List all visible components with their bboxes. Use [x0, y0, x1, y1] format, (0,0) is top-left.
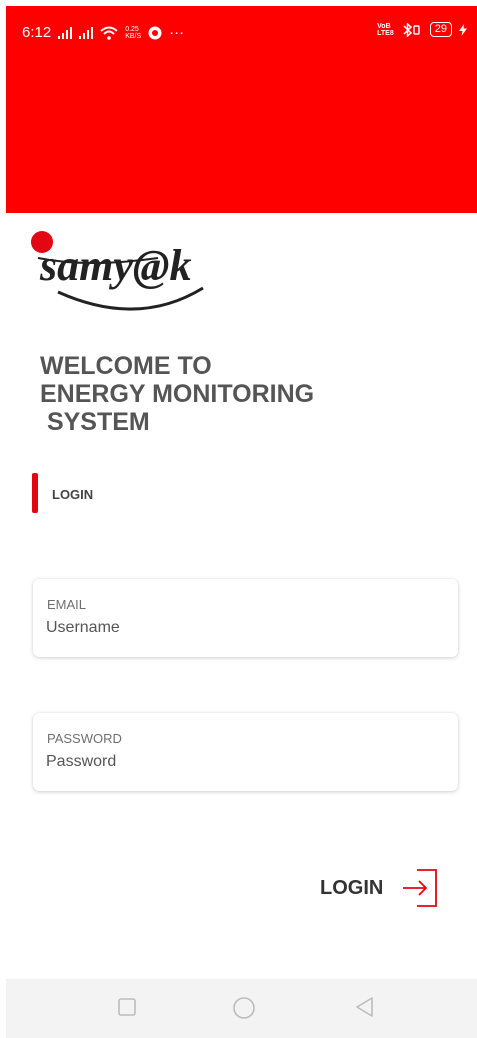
login-button[interactable]: LOGIN: [320, 868, 439, 908]
more-notifications-icon: ···: [169, 24, 185, 41]
battery-indicator: 29: [429, 22, 452, 37]
email-label: EMAIL: [47, 597, 87, 612]
logo-text: samy@k: [39, 241, 192, 290]
volte-indicator: VoB LTE8: [377, 22, 394, 37]
login-button-label: LOGIN: [320, 876, 384, 899]
back-triangle-icon[interactable]: [354, 996, 376, 1018]
status-bar: 6:12 0.25 KB/S ··· VoB LTE8 29: [6, 6, 477, 213]
status-left: 6:12 0.25 KB/S ···: [22, 24, 184, 41]
section-accent-bar: [32, 473, 38, 513]
welcome-line-2: ENERGY MONITORING: [40, 380, 315, 408]
signal-icon: [79, 26, 94, 39]
system-nav-bar: [6, 979, 477, 1038]
samyak-logo: samy@k: [31, 231, 204, 311]
status-time: 6:12: [22, 24, 52, 41]
wifi-icon: [100, 26, 118, 40]
square-icon[interactable]: [116, 996, 138, 1018]
password-label: PASSWORD: [47, 731, 122, 746]
status-right: VoB LTE8 29: [377, 22, 467, 37]
welcome-heading: WELCOME TO ENERGY MONITORING SYSTEM: [40, 352, 314, 436]
email-input[interactable]: [46, 619, 426, 637]
login-arrow-icon: [403, 869, 438, 907]
password-card: PASSWORD: [33, 713, 458, 791]
charging-icon: [459, 23, 467, 36]
email-card: EMAIL: [33, 579, 458, 657]
notification-app-icon: [148, 26, 162, 39]
bluetooth-vibrate-icon: [403, 22, 420, 37]
welcome-line-1: WELCOME TO: [40, 352, 212, 380]
password-input[interactable]: [46, 753, 426, 771]
welcome-line-3: SYSTEM: [40, 408, 150, 436]
signal-icon: [58, 26, 73, 39]
network-speed: 0.25 KB/S: [125, 25, 142, 40]
circle-icon[interactable]: [232, 996, 256, 1020]
section-label: LOGIN: [52, 487, 94, 502]
